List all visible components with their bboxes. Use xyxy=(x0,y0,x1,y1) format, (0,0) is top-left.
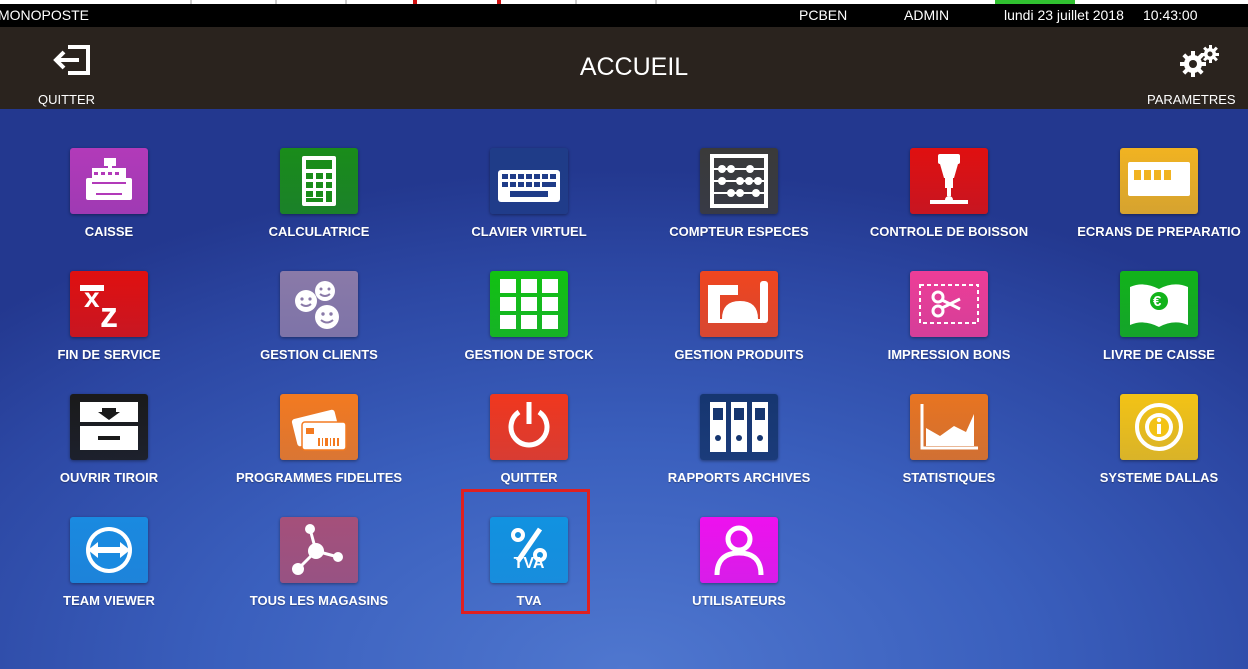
settings-button[interactable]: PARAMETRES xyxy=(1140,27,1248,109)
euro-book-icon: € xyxy=(1120,271,1198,337)
tile-label: GESTION DE STOCK xyxy=(464,347,594,362)
xz-report-icon: xz xyxy=(70,271,148,337)
tile-livre-de-caisse[interactable]: € LIVRE DE CAISSE xyxy=(1054,271,1248,381)
tile-label: IMPRESSION BONS xyxy=(887,347,1011,362)
display-screen-icon xyxy=(1120,148,1198,214)
tile-controle-de-boisson[interactable]: CONTROLE DE BOISSON xyxy=(844,148,1054,258)
tile-label: CONTROLE DE BOISSON xyxy=(869,224,1029,239)
binders-icon xyxy=(700,394,778,460)
tile-quitter[interactable]: QUITTER xyxy=(424,394,634,504)
tile-rapports-archives[interactable]: RAPPORTS ARCHIVES xyxy=(634,394,844,504)
teamviewer-icon xyxy=(70,517,148,583)
tile-tous-les-magasins[interactable]: TOUS LES MAGASINS xyxy=(214,517,424,627)
tile-label: GESTION CLIENTS xyxy=(260,347,378,362)
tile-utilisateurs[interactable]: UTILISATEURS xyxy=(634,517,844,627)
date-label: lundi 23 juillet 2018 xyxy=(1004,7,1124,23)
tile-label: CALCULATRICE xyxy=(268,224,370,239)
svg-text:€: € xyxy=(1153,293,1162,310)
cash-register-icon xyxy=(70,148,148,214)
tile-systeme-dallas[interactable]: SYSTEME DALLAS xyxy=(1054,394,1248,504)
dallas-key-icon xyxy=(1120,394,1198,460)
network-icon xyxy=(280,517,358,583)
cash-drawer-icon xyxy=(70,394,148,460)
quit-label: QUITTER xyxy=(38,92,96,107)
tile-label: COMPTEUR ESPECES xyxy=(669,224,809,239)
keyboard-icon xyxy=(490,148,568,214)
tile-label: LIVRE DE CAISSE xyxy=(1103,347,1215,362)
tile-label: UTILISATEURS xyxy=(692,593,786,608)
loyalty-cards-icon xyxy=(280,394,358,460)
tile-label: TEAM VIEWER xyxy=(63,593,155,608)
tile-label: FIN DE SERVICE xyxy=(57,347,161,362)
tile-label: SYSTEME DALLAS xyxy=(1099,470,1219,485)
mode-label: MONOPOSTE xyxy=(0,7,90,23)
tile-compteur-especes[interactable]: COMPTEUR ESPECES xyxy=(634,148,844,258)
tile-ouvrir-tiroir[interactable]: OUVRIR TIROIR xyxy=(4,394,214,504)
products-cloche-icon xyxy=(700,271,778,337)
tile-gestion-clients[interactable]: GESTION CLIENTS xyxy=(214,271,424,381)
status-bar: MONOPOSTE PCBEN ADMIN lundi 23 juillet 2… xyxy=(0,0,1248,27)
gears-icon xyxy=(1180,45,1219,77)
tile-caisse[interactable]: CAISSE xyxy=(4,148,214,258)
tile-calculatrice[interactable]: CALCULATRICE xyxy=(214,148,424,258)
settings-label: PARAMETRES xyxy=(1147,92,1236,107)
tile-label: QUITTER xyxy=(500,470,558,485)
coupon-scissors-icon xyxy=(910,271,988,337)
top-strip xyxy=(0,0,1248,4)
tile-statistiques[interactable]: STATISTIQUES xyxy=(844,394,1054,504)
selection-highlight xyxy=(461,489,590,614)
tile-label: STATISTIQUES xyxy=(902,470,996,485)
beer-tap-icon xyxy=(910,148,988,214)
station-label: PCBEN xyxy=(799,7,848,23)
tile-label: OUVRIR TIROIR xyxy=(59,470,159,485)
user-icon xyxy=(700,517,778,583)
tile-impression-bons[interactable]: IMPRESSION BONS xyxy=(844,271,1054,381)
abacus-icon xyxy=(700,148,778,214)
calculator-icon xyxy=(280,148,358,214)
tile-fin-de-service[interactable]: x z FIN DE SERVICE xyxy=(4,271,214,381)
tile-label: TOUS LES MAGASINS xyxy=(249,593,389,608)
time-label: 10:43:00 xyxy=(1143,7,1198,23)
tile-label: PROGRAMMES FIDELITES xyxy=(235,470,403,485)
smiley-customers-icon xyxy=(280,271,358,337)
user-label: ADMIN xyxy=(904,7,950,23)
tile-label: ECRANS DE PREPARATIO xyxy=(1077,224,1241,239)
tile-label: GESTION PRODUITS xyxy=(674,347,804,362)
tile-ecrans-de-preparatio[interactable]: ECRANS DE PREPARATIO xyxy=(1054,148,1248,258)
tile-label: CLAVIER VIRTUEL xyxy=(471,224,587,239)
tile-team-viewer[interactable]: TEAM VIEWER xyxy=(4,517,214,627)
svg-text:z: z xyxy=(100,294,118,335)
tile-label: RAPPORTS ARCHIVES xyxy=(667,470,811,485)
app-header: QUITTER ACCUEIL PARAMETRES xyxy=(0,27,1248,109)
tile-programmes-fidelites[interactable]: PROGRAMMES FIDELITES xyxy=(214,394,424,504)
tile-label: CAISSE xyxy=(84,224,134,239)
tile-clavier-virtuel[interactable]: CLAVIER VIRTUEL xyxy=(424,148,634,258)
page-title: ACCUEIL xyxy=(579,53,689,81)
tile-gestion-produits[interactable]: GESTION PRODUITS xyxy=(634,271,844,381)
stock-grid-icon xyxy=(490,271,568,337)
area-chart-icon xyxy=(910,394,988,460)
power-icon xyxy=(490,394,568,460)
tile-gestion-de-stock[interactable]: GESTION DE STOCK xyxy=(424,271,634,381)
